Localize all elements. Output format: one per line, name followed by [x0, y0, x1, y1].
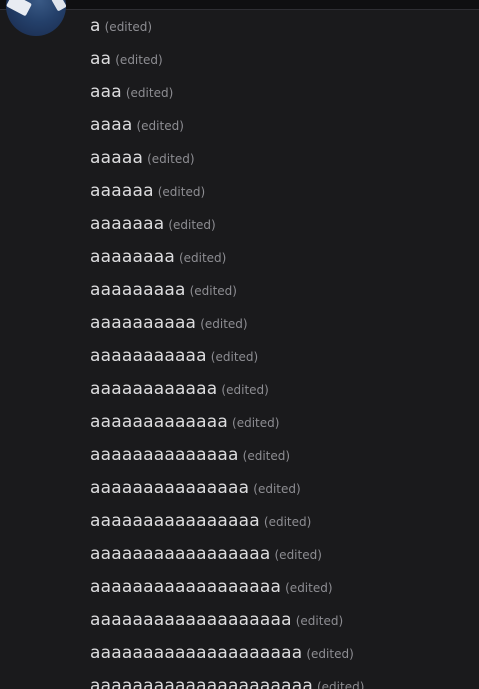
- message[interactable]: aaaaaaaaaaaaaaaaa (edited): [90, 537, 475, 570]
- message-text: aaaaaaaa: [90, 246, 175, 267]
- message-text: aa: [90, 48, 112, 69]
- message-text: aaaaaaaaaaaaaaaaaa: [90, 576, 282, 597]
- message-text: aaaaaa: [90, 180, 154, 201]
- edited-label: (edited): [200, 316, 248, 331]
- edited-label: (edited): [157, 184, 206, 199]
- message-text: aaaaaaaaaaa: [90, 345, 207, 366]
- message-text: aaaaaaaaaaaaaaaaa: [90, 543, 271, 564]
- message-text: aaaaaaaaaaaa: [90, 378, 218, 399]
- message[interactable]: aaaaaaaaaaa (edited): [90, 339, 475, 372]
- message[interactable]: aa (edited): [90, 42, 475, 75]
- message-text: aaa: [90, 81, 122, 102]
- message[interactable]: aaaaaaaaaaaaaaaaaaaa (edited): [90, 636, 475, 669]
- message[interactable]: aaaaaaaa (edited): [90, 240, 475, 273]
- message[interactable]: aaaaaa (edited): [90, 174, 475, 207]
- message[interactable]: aaaaaaaaaaaaaaaaaaa (edited): [90, 603, 475, 636]
- edited-label: (edited): [189, 283, 237, 298]
- message-text: aaaaaaa: [90, 213, 165, 234]
- message-text: aaaaaaaaaaaaaaaaaaaaa: [90, 675, 313, 689]
- message-text: aaaa: [90, 114, 133, 135]
- edited-label: (edited): [274, 547, 322, 562]
- edited-label: (edited): [242, 448, 291, 463]
- message-text: aaaaaaaaaaaaa: [90, 411, 229, 432]
- message-text: a: [90, 15, 101, 36]
- message[interactable]: aaa (edited): [90, 75, 475, 108]
- edited-label: (edited): [147, 151, 195, 166]
- edited-label: (edited): [295, 613, 344, 628]
- message[interactable]: aaaaaaaaaaaaaaaaaaaaa (edited): [90, 669, 475, 689]
- edited-label: (edited): [168, 217, 216, 232]
- message-text: aaaaaaaaaaaaaaaaaaa: [90, 609, 292, 630]
- edited-label: (edited): [263, 514, 312, 529]
- message[interactable]: aaaaa (edited): [90, 141, 475, 174]
- edited-label: (edited): [221, 382, 269, 397]
- message[interactable]: aaaaaaaaaaaaaaaaaa (edited): [90, 570, 475, 603]
- message-text: aaaaaaaaaaaaaaaa: [90, 510, 260, 531]
- message-list: a (edited) aa (edited) aaa (edited) aaaa (ed…: [90, 9, 475, 689]
- edited-label: (edited): [306, 646, 354, 661]
- edited-label: (edited): [232, 415, 280, 430]
- edited-label: (edited): [125, 85, 174, 100]
- message-text: aaaaa: [90, 147, 144, 168]
- message[interactable]: a (edited): [90, 9, 475, 42]
- avatar[interactable]: [6, 0, 66, 36]
- message[interactable]: aaaaaaaaaaaa (edited): [90, 372, 475, 405]
- edited-label: (edited): [210, 349, 259, 364]
- message[interactable]: aaaaaaaaa (edited): [90, 273, 475, 306]
- message[interactable]: aaaaaaaaaaaaaaa (edited): [90, 471, 475, 504]
- message[interactable]: aaaa (edited): [90, 108, 475, 141]
- message-text: aaaaaaaaaaaaaaa: [90, 477, 250, 498]
- edited-label: (edited): [104, 19, 153, 34]
- message-text: aaaaaaaaaaaaaaaaaaaa: [90, 642, 303, 663]
- message-text: aaaaaaaaaa: [90, 312, 197, 333]
- edited-label: (edited): [136, 118, 184, 133]
- edited-label: (edited): [115, 52, 163, 67]
- message-text: aaaaaaaaaaaaaa: [90, 444, 239, 465]
- edited-label: (edited): [178, 250, 227, 265]
- message[interactable]: aaaaaaa (edited): [90, 207, 475, 240]
- message[interactable]: aaaaaaaaaa (edited): [90, 306, 475, 339]
- message[interactable]: aaaaaaaaaaaaaa (edited): [90, 438, 475, 471]
- edited-label: (edited): [285, 580, 333, 595]
- message-text: aaaaaaaaa: [90, 279, 186, 300]
- edited-label: (edited): [253, 481, 301, 496]
- message[interactable]: aaaaaaaaaaaaaaaa (edited): [90, 504, 475, 537]
- message[interactable]: aaaaaaaaaaaaa (edited): [90, 405, 475, 438]
- edited-label: (edited): [316, 679, 365, 689]
